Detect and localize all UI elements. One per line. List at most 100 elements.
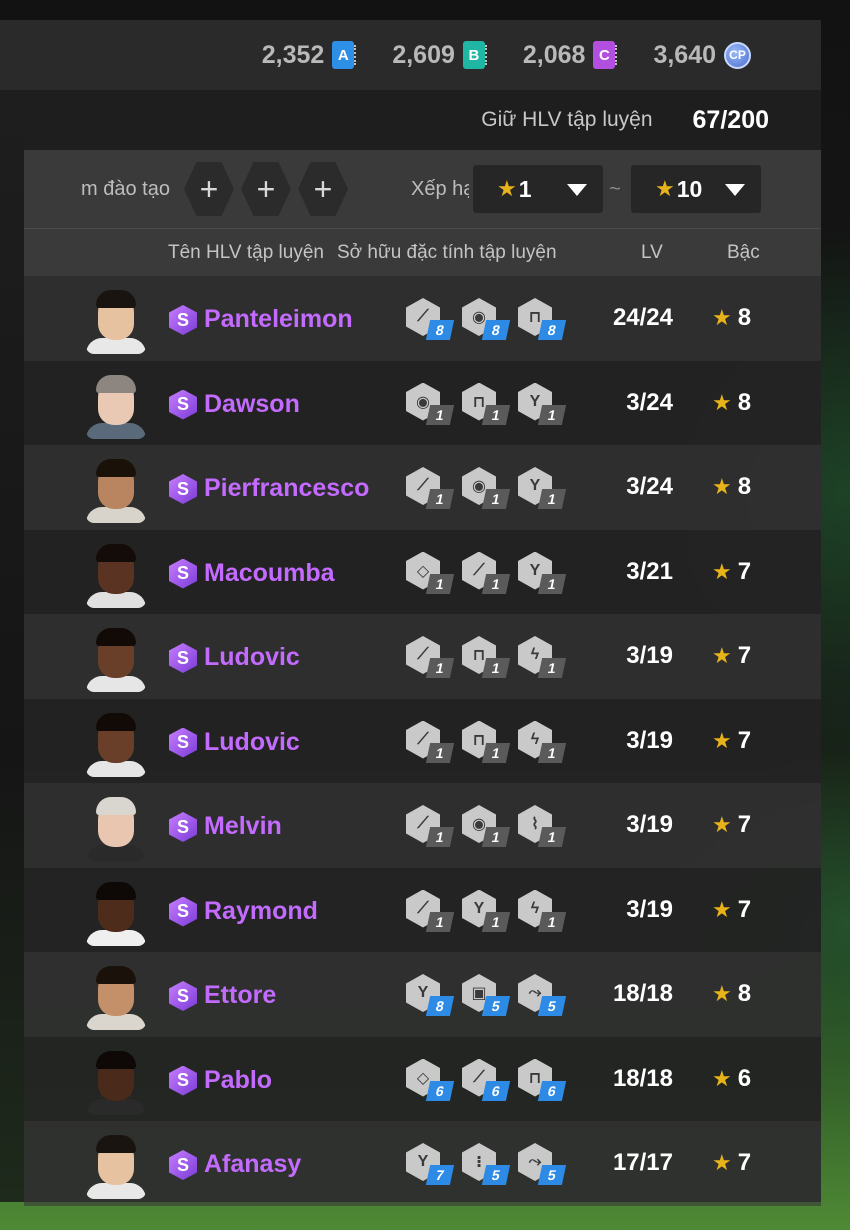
trait-badge[interactable]: ⤳ 5 [518,974,567,1016]
trait-level: 6 [537,1080,567,1101]
avatar-shirt [86,422,146,439]
trait-badge[interactable]: ◉ 1 [462,805,511,847]
table-row[interactable]: S Pierfrancesco ⟋ 1 ◉ 1 Y 1 3/24 ★ 8 [24,445,821,530]
trait-badge[interactable]: ⟋ 8 [406,298,455,340]
trait-badge[interactable]: Y7 [406,1143,455,1185]
trait-level: 1 [425,742,455,763]
rank-from-dropdown[interactable]: ★ 1 [473,165,603,213]
currency-a-value: 2,352 [261,40,325,69]
trait-level: 1 [537,658,567,678]
trait-badge[interactable]: Y1 [518,467,567,509]
table-row[interactable]: S Ludovic ⟋ 1 ⊓ 1 ϟ 1 3/19 ★ 7 [24,614,821,699]
trait-list: ⟋ 1 Y 1 ϟ 1 [406,889,567,932]
trait-level: 1 [481,404,511,425]
trait-badge[interactable]: ⤳ 5 [518,1143,567,1185]
trait-badge[interactable]: ⟋ 1 [406,636,455,678]
trait-level: 5 [481,996,511,1016]
star-icon: ★ [497,176,517,201]
add-slot-button-1[interactable]: + [184,162,234,216]
trait-badge[interactable]: ⊓ 8 [518,298,567,340]
add-slot-button-3[interactable]: + [298,162,348,216]
table-row[interactable]: S Macoumba ◇ 1 ⟋ 1 Y 1 3/21 ★ 7 [24,529,821,614]
trait-badge[interactable]: Y1 [518,382,567,425]
add-slot-button-2[interactable]: + [241,162,291,216]
table-row[interactable]: S Dawson ◉ 1 ⊓ 1 Y 1 3/24 ★ 8 [24,360,821,445]
trait-badge[interactable]: ⊓ 1 [462,636,511,678]
avatar [86,795,146,861]
avatar [86,1133,146,1199]
special-grade-icon: S [169,1065,197,1096]
avatar-hair [96,459,136,477]
trait-list: ⟋ 1 ◉ 1 Y 1 [406,467,567,509]
grade-value: 6 [737,1064,752,1092]
avatar [86,880,146,946]
trait-badge[interactable]: ⟋ 1 [462,551,511,594]
trait-list: ⟋ 8 ◉ 8 ⊓ 8 [406,298,567,340]
avatar-hair [96,628,136,646]
trait-badge[interactable]: ◉ 1 [462,467,511,509]
special-grade-icon: S [169,812,197,842]
trait-badge[interactable]: ⟋ 1 [406,889,455,932]
table-row[interactable]: S Raymond ⟋ 1 Y 1 ϟ 1 3/19 ★ 7 [24,867,821,952]
coach-level: 17/17 [612,1149,673,1176]
trait-badge[interactable]: ⌇ 1 [518,805,567,847]
trait-badge[interactable]: ⁝ 5 [462,1143,511,1185]
trait-badge[interactable]: ◉ 1 [406,382,455,425]
c-coin-icon: C [593,41,618,69]
table-row[interactable]: S Melvin ⟋ 1 ◉ 1 ⌇ 1 3/19 ★ 7 [24,783,821,868]
trait-badge[interactable]: ▣ 5 [462,974,511,1016]
header-name[interactable]: Tên HLV tập luyện [168,242,324,264]
header-grade[interactable]: Bậc [727,242,760,264]
chevron-down-icon [567,184,587,196]
trait-level: 5 [537,1165,567,1185]
table-row[interactable]: S Ludovic ⟋ 1 ⊓ 1 ϟ 1 3/19 ★ 7 [24,698,821,783]
coach-level: 18/18 [612,980,673,1007]
star-icon: ★ [712,896,732,922]
star-icon: ★ [712,727,732,753]
grade-value: 7 [737,642,752,669]
coach-level: 3/19 [626,726,673,754]
avatar-hair [96,543,136,562]
coach-grade: ★ 7 [712,1149,751,1177]
rank-to-dropdown[interactable]: ★ 10 [631,165,761,213]
header-lv[interactable]: LV [641,242,663,264]
trait-badge[interactable]: ⟋ 1 [406,720,455,763]
currency-cp: 3,640 CP [653,41,751,70]
trait-badge[interactable]: ϟ1 [518,636,567,678]
trait-badge[interactable]: Y8 [406,974,455,1016]
grade-value: 7 [737,811,752,838]
trait-badge[interactable]: ⊓ 1 [462,720,511,763]
trait-level: 1 [481,573,511,594]
trait-badge[interactable]: ◇ 1 [406,551,455,594]
special-grade-icon: S [169,1150,197,1180]
trait-badge[interactable]: ⊓ 6 [518,1058,567,1101]
table-row[interactable]: S Panteleimon ⟋ 8 ◉ 8 ⊓ 8 24/24 ★ 8 [24,276,821,361]
trait-level: 8 [537,320,567,340]
trait-level: 1 [481,911,511,932]
trait-badge[interactable]: ◉ 8 [462,298,511,340]
trait-badge[interactable]: ◇ 6 [406,1058,455,1101]
rank-from-value: 1 [518,175,532,202]
trait-badge[interactable]: ⟋ 1 [406,467,455,509]
table-row[interactable]: S Pablo ◇ 6 ⟋ 6 ⊓ 6 18/18 ★ 6 [24,1036,821,1121]
trait-badge[interactable]: ϟ1 [518,889,567,932]
avatar [86,1049,146,1115]
table-row[interactable]: S Afanasy Y 7 ⁝ 5 ⤳ 5 17/17 ★ 7 [24,1121,821,1206]
trait-badge[interactable]: Y1 [462,889,511,932]
slots-label: Giữ HLV tập luyện [481,108,653,131]
currency-b: 2,609 B [392,41,487,70]
currency-bar: 2,352 A 2,609 B 2,068 C 3,640 CP [0,20,821,90]
trait-badge[interactable]: ⟋ 1 [406,805,455,847]
table-row[interactable]: S Ettore Y 8 ▣ 5 ⤳ 5 18/18 ★ 8 [24,952,821,1037]
avatar-hair [96,966,136,984]
coach-level: 3/24 [626,473,673,500]
trait-badge[interactable]: ϟ1 [518,720,567,763]
coach-level: 3/19 [626,811,673,838]
avatar-shirt [86,591,146,608]
trait-level: 8 [481,320,511,340]
trait-list: Y 8 ▣ 5 ⤳ 5 [406,974,567,1016]
trait-badge[interactable]: ⟋ 6 [462,1058,511,1101]
star-icon: ★ [712,1065,732,1091]
trait-badge[interactable]: Y1 [518,551,567,594]
trait-badge[interactable]: ⊓ 1 [462,382,511,425]
